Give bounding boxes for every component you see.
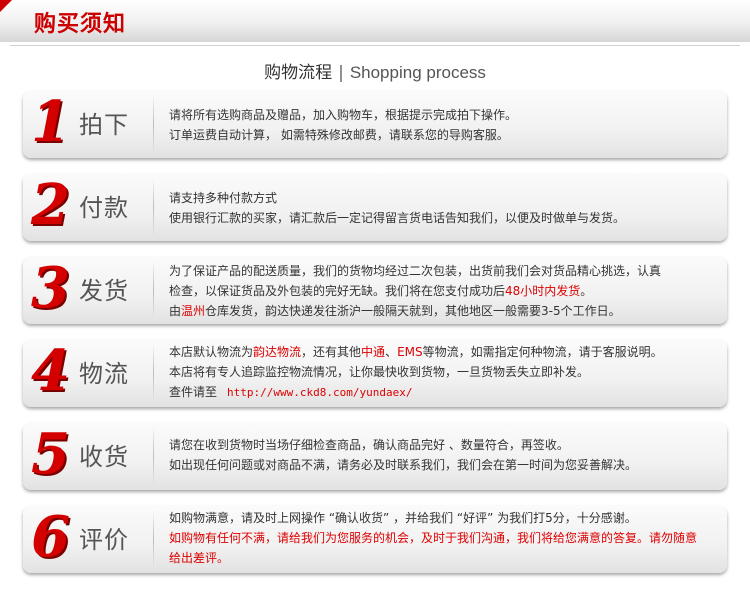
highlight-text: 温州 xyxy=(181,304,206,318)
step-name: 评价 xyxy=(79,526,129,554)
section-title: 购物流程 | Shopping process xyxy=(0,58,750,83)
step-card-2: 2 付款 请支持多种付款方式 使用银行汇款的买家，请汇款后一定记得留言货电话告知… xyxy=(23,172,727,241)
section-title-separator: | xyxy=(338,63,344,83)
step-name: 收货 xyxy=(79,443,129,471)
highlight-text: EMS xyxy=(397,345,423,359)
header-bar: 购买须知 xyxy=(0,0,750,42)
section-title-cn: 购物流程 xyxy=(264,63,333,83)
step-card-5: 5 收货 请您在收到货物时当场仔细检查商品，确认商品完好 、数量符合，再签收。 … xyxy=(23,421,727,490)
text-span: 仓库发货，韵达快递发往浙沪一般隔天就到，其他地区一般需要3-5个工作日。 xyxy=(205,304,621,318)
text-span: 由 xyxy=(169,304,182,318)
step-number: 5 xyxy=(31,421,70,487)
section-title-en: Shopping process xyxy=(349,63,486,82)
page-title: 购买须知 xyxy=(34,12,127,37)
step-divider xyxy=(153,95,154,154)
step-divider xyxy=(153,344,154,403)
text-span: 查件请至 xyxy=(169,385,218,399)
highlight-text: 48小时内发货 xyxy=(505,284,581,298)
step-divider xyxy=(153,510,154,569)
step-text-line-highlight: 给出差评。 xyxy=(169,551,230,565)
step-text-line: 查件请至 http://www.ckd8.com/yundaex/ xyxy=(169,382,713,403)
step-name: 发货 xyxy=(79,277,129,305)
text-span: 检查，以保证货品及外包装的完好无缺。我们将在您支付成功后 xyxy=(169,284,506,298)
step-name: 物流 xyxy=(79,360,129,388)
step-number: 3 xyxy=(31,255,70,321)
step-divider xyxy=(153,261,154,320)
step-text-line: 订单运费自动计算， 如需特殊修改邮费，请联系您的导购客服。 xyxy=(169,128,509,142)
text-span: 、 xyxy=(385,345,398,359)
step-divider xyxy=(153,178,154,237)
step-text-line: 本店将有专人追踪监控物流情况，让你最快收到货物，一旦货物丢失立即补发。 xyxy=(169,365,590,379)
text-span: 本店默认物流为 xyxy=(169,345,254,359)
step-number: 4 xyxy=(31,338,70,404)
step-card-1: 1 拍下 请将所有选购商品及赠品，加入购物车，根据提示完成拍下操作。 订单运费自… xyxy=(23,89,727,158)
top-divider xyxy=(10,45,740,46)
tracking-link[interactable]: http://www.ckd8.com/yundaex/ xyxy=(227,386,412,399)
step-card-4: 4 物流 本店默认物流为韵达物流，还有其他中通、EMS等物流，如需指定何种物流，… xyxy=(23,338,727,407)
step-text-line: 请您在收到货物时当场仔细检查商品，确认商品完好 、数量符合，再签收。 xyxy=(169,438,569,452)
highlight-text: 中通 xyxy=(361,345,386,359)
step-name: 拍下 xyxy=(79,111,129,139)
step-text-line: 使用银行汇款的买家，请汇款后一定记得留言货电话告知我们，以便及时做单与发货。 xyxy=(169,211,626,225)
corner-triangle-icon xyxy=(0,0,12,12)
step-number: 2 xyxy=(31,172,70,238)
step-text-line: 请将所有选购商品及赠品，加入购物车，根据提示完成拍下操作。 xyxy=(169,108,518,122)
step-text-line: 为了保证产品的配送质量，我们的货物均经过二次包装，出货前我们会对货品精心挑选，认… xyxy=(169,264,662,278)
step-text-line: 如购物满意，请及时上网操作 “确认收货” ，并给我们 “好评” 为我们打5分，十… xyxy=(169,511,637,525)
step-text-line: 本店默认物流为韵达物流，还有其他中通、EMS等物流，如需指定何种物流，请于客服说… xyxy=(169,342,713,362)
text-span: ，还有其他 xyxy=(301,345,362,359)
step-number: 6 xyxy=(31,504,70,570)
step-text-line-highlight: 如购物有任何不满，请给我们为您服务的机会，及时于我们沟通，我们将给您满意的答复。… xyxy=(169,531,698,545)
step-text-line: 检查，以保证货品及外包装的完好无缺。我们将在您支付成功后48小时内发货。 xyxy=(169,281,713,301)
step-text-line: 请支持多种付款方式 xyxy=(169,191,278,205)
text-span: 。 xyxy=(580,284,593,298)
step-card-6: 6 评价 如购物满意，请及时上网操作 “确认收货” ，并给我们 “好评” 为我们… xyxy=(23,504,727,573)
step-name: 付款 xyxy=(79,194,129,222)
step-card-3: 3 发货 为了保证产品的配送质量，我们的货物均经过二次包装，出货前我们会对货品精… xyxy=(23,255,727,324)
highlight-text: 韵达物流 xyxy=(253,345,302,359)
text-span: 等物流，如需指定何种物流，请于客服说明。 xyxy=(422,345,663,359)
step-text-line: 如出现任何问题或对商品不满，请务必及时联系我们，我们会在第一时间为您妥善解决。 xyxy=(169,458,638,472)
step-text-line: 由温州仓库发货，韵达快递发往浙沪一般隔天就到，其他地区一般需要3-5个工作日。 xyxy=(169,301,713,321)
step-number: 1 xyxy=(31,89,70,155)
step-divider xyxy=(153,427,154,486)
